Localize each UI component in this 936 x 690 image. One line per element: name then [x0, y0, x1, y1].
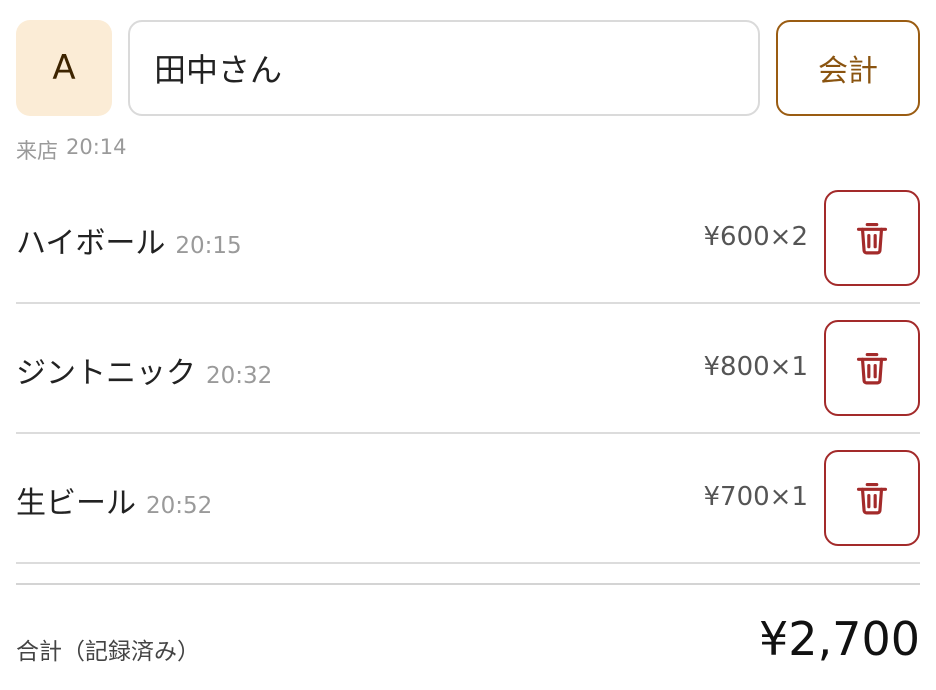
- order-item-info: ジントニック 20:32: [16, 348, 272, 392]
- order-item-name: ハイボール: [16, 226, 166, 261]
- order-row: ジントニック 20:32 ¥800×1: [16, 304, 920, 434]
- order-item-name: 生ビール: [16, 486, 136, 521]
- total-amount: ¥2,700: [759, 612, 920, 666]
- avatar: A: [16, 20, 112, 116]
- order-list: ハイボール 20:15 ¥600×2 ジントニック 20:32 ¥800×1 生…: [16, 174, 920, 564]
- checkout-button[interactable]: 会計: [776, 20, 920, 116]
- guest-name-input[interactable]: [128, 20, 760, 116]
- arrival-label: 来店: [16, 139, 58, 163]
- order-item-price: ¥800×1: [703, 352, 809, 382]
- order-item-time: 20:52: [146, 493, 213, 519]
- delete-item-button[interactable]: [824, 320, 920, 416]
- total-divider: [16, 583, 920, 585]
- order-item-time: 20:15: [175, 233, 242, 259]
- order-row: 生ビール 20:52 ¥700×1: [16, 434, 920, 564]
- delete-item-button[interactable]: [824, 190, 920, 286]
- order-item-info: ハイボール 20:15: [16, 218, 242, 262]
- order-item-info: 生ビール 20:52: [16, 478, 212, 522]
- arrival-time-value: 20:14: [66, 135, 127, 159]
- trash-icon: [856, 222, 888, 255]
- trash-icon: [856, 352, 888, 385]
- order-item-name: ジントニック: [16, 356, 196, 391]
- order-item-price: ¥600×2: [703, 222, 809, 252]
- order-item-price: ¥700×1: [703, 482, 809, 512]
- arrival-time: 来店 20:14: [16, 135, 127, 165]
- trash-icon: [856, 482, 888, 515]
- delete-item-button[interactable]: [824, 450, 920, 546]
- total-label: 合計（記録済み）: [16, 639, 200, 665]
- order-item-time: 20:32: [206, 363, 273, 389]
- order-row: ハイボール 20:15 ¥600×2: [16, 174, 920, 304]
- guest-header: A 会計: [16, 20, 920, 116]
